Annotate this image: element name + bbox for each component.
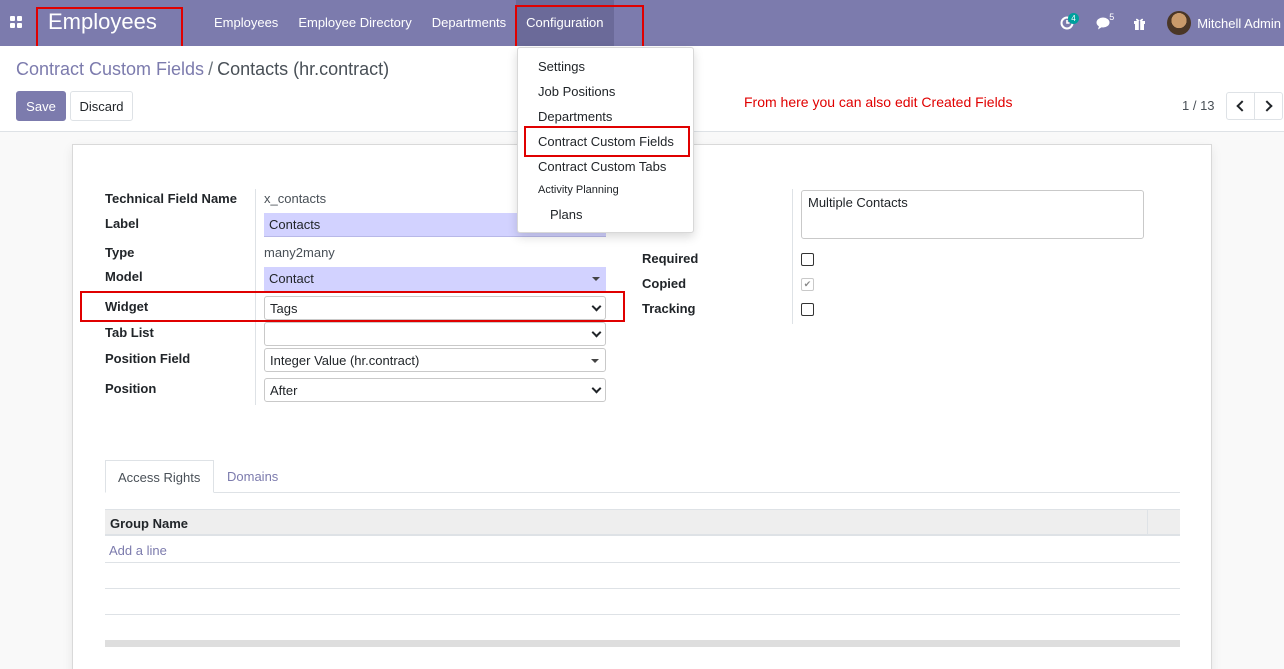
model-label: Model	[105, 269, 143, 284]
tab-list-select[interactable]	[264, 322, 606, 346]
messages-badge: 5	[1109, 12, 1115, 22]
breadcrumb: Contract Custom Fields / Contacts (hr.cont…	[16, 59, 389, 80]
activity-badge: 4	[1068, 13, 1079, 24]
add-a-line-link[interactable]: Add a line	[109, 543, 167, 558]
chevron-down-icon	[591, 301, 602, 312]
technical-field-name-label: Technical Field Name	[105, 191, 237, 206]
position-select-value: After	[270, 383, 298, 398]
dropdown-section-activity-planning: Activity Planning	[538, 184, 619, 196]
breadcrumb-parent[interactable]: Contract Custom Fields	[16, 59, 204, 79]
dropdown-item-settings[interactable]: Settings	[538, 59, 585, 74]
activity-clock-icon[interactable]: 4	[1049, 0, 1085, 46]
checkmark-icon: ✔	[803, 279, 812, 289]
user-avatar	[1167, 11, 1192, 35]
type-label: Type	[105, 245, 135, 260]
gift-icon[interactable]	[1121, 0, 1157, 46]
dropdown-item-plans[interactable]: Plans	[550, 207, 583, 222]
tab-domains[interactable]: Domains	[215, 460, 290, 493]
position-select[interactable]: After	[264, 378, 606, 402]
field-description-textarea[interactable]: Multiple Contacts	[801, 190, 1144, 239]
group-name-column-header[interactable]: Group Name	[110, 516, 188, 531]
type-value: many2many	[264, 245, 335, 260]
table-row	[105, 589, 1180, 615]
left-group-divider	[255, 189, 256, 405]
app-title[interactable]: Employees	[48, 9, 157, 35]
chevron-right-icon	[1261, 100, 1273, 112]
tab-list-label: Tab List	[105, 325, 154, 340]
model-select-value: Contact	[269, 271, 314, 286]
dropdown-item-contract-custom-tabs[interactable]: Contract Custom Tabs	[538, 159, 666, 174]
chevron-down-icon	[591, 383, 602, 394]
menu-employees[interactable]: Employees	[204, 0, 288, 46]
dropdown-item-departments[interactable]: Departments	[538, 109, 612, 124]
pager-next-button[interactable]	[1254, 92, 1283, 120]
user-name: Mitchell Admin	[1197, 15, 1281, 31]
save-button[interactable]: Save	[16, 91, 66, 121]
user-menu[interactable]: Mitchell Admin	[1157, 11, 1284, 35]
tab-access-rights[interactable]: Access Rights	[105, 460, 214, 493]
widget-select[interactable]: Tags	[264, 296, 606, 320]
discard-button[interactable]: Discard	[70, 91, 133, 121]
annotation-note: From here you can also edit Created Fiel…	[744, 94, 1013, 110]
caret-down-icon	[591, 359, 599, 363]
dropdown-item-contract-custom-fields[interactable]: Contract Custom Fields	[538, 134, 674, 149]
label-field-label: Label	[105, 216, 139, 231]
position-field-select[interactable]: Integer Value (hr.contract)	[264, 348, 606, 372]
configuration-dropdown: Settings Job Positions Departments Contr…	[517, 47, 694, 233]
messages-chat-icon[interactable]: 5	[1085, 0, 1121, 46]
column-separator	[1147, 510, 1148, 535]
table-header: Group Name	[105, 509, 1180, 536]
top-navbar: Employees Employees Employee Directory D…	[0, 0, 1284, 46]
technical-field-name-value: x_contacts	[264, 191, 327, 206]
pager-previous-button[interactable]	[1226, 92, 1255, 120]
menu-departments[interactable]: Departments	[422, 0, 516, 46]
systray: 4 5 Mitchell Admin	[1049, 0, 1284, 46]
pager-value[interactable]: 1 / 13	[1182, 98, 1215, 113]
table-row	[105, 563, 1180, 589]
position-field-select-value: Integer Value (hr.contract)	[270, 353, 420, 368]
tracking-label: Tracking	[642, 301, 696, 316]
right-group-divider	[792, 189, 793, 324]
table-footer	[105, 640, 1180, 647]
copied-label: Copied	[642, 276, 687, 291]
widget-label: Widget	[105, 299, 149, 314]
required-checkbox[interactable]	[801, 253, 814, 266]
dropdown-item-job-positions[interactable]: Job Positions	[538, 84, 615, 99]
table-row: Add a line	[105, 537, 1180, 563]
chevron-left-icon	[1236, 100, 1248, 112]
position-field-label: Position Field	[105, 351, 191, 366]
tracking-checkbox[interactable]	[801, 303, 814, 316]
apps-menu-icon[interactable]	[10, 16, 22, 28]
required-label: Required	[642, 251, 699, 266]
table-row	[105, 615, 1180, 641]
breadcrumb-separator: /	[208, 59, 214, 79]
caret-down-icon	[592, 277, 600, 281]
copied-checkbox[interactable]: ✔	[801, 278, 814, 291]
menu-configuration[interactable]: Configuration	[516, 0, 614, 46]
position-label: Position	[105, 381, 157, 396]
widget-select-value: Tags	[270, 301, 298, 316]
main-menu: Employees Employee Directory Departments…	[204, 0, 614, 46]
breadcrumb-current: Contacts (hr.contract)	[217, 59, 390, 79]
chevron-down-icon	[591, 327, 602, 338]
menu-employee-directory[interactable]: Employee Directory	[288, 0, 421, 46]
model-select[interactable]: Contact	[264, 267, 606, 291]
